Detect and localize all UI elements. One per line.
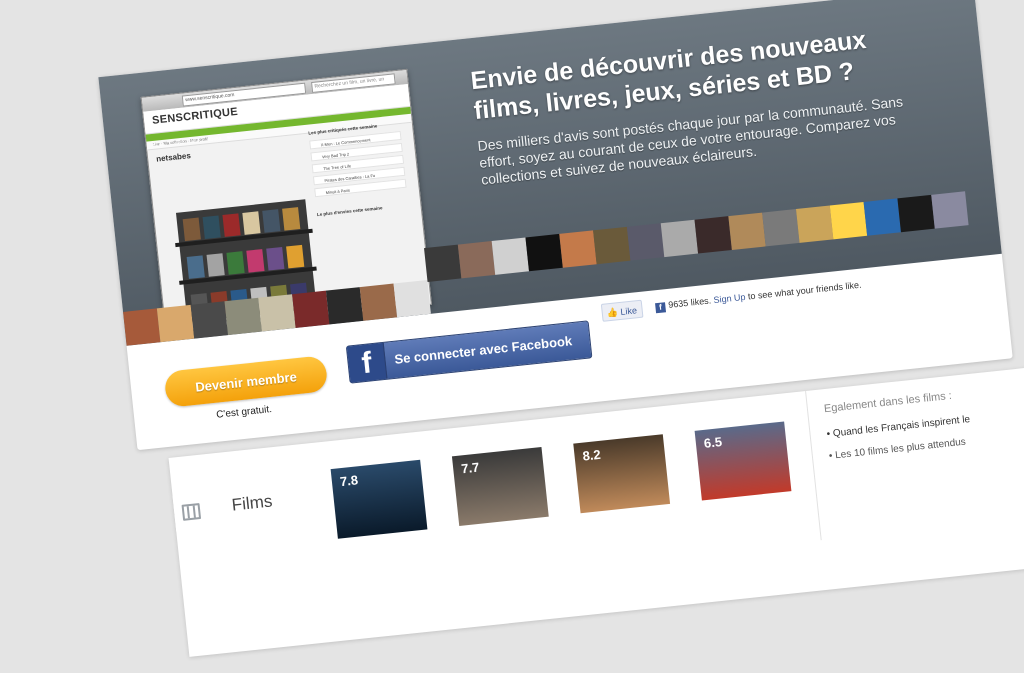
poster-thumb [242,211,261,235]
user-thumbnail [762,209,800,247]
user-thumbnail [292,290,330,329]
user-thumbnail [626,223,665,261]
preview-nav-item: FILMS [152,141,165,148]
poster-thumb [222,213,241,237]
like-label: Like [619,305,638,317]
user-thumbnail [258,294,296,332]
also-in-films-item[interactable]: • Les 10 films les plus attendus [828,437,966,462]
user-thumbnail [593,226,631,265]
film-score: 7.7 [460,459,481,477]
poster-thumb [202,215,221,240]
poster-thumb [262,209,281,233]
preview-logo: SENSCRITIQUE [151,105,239,127]
user-thumbnail [190,301,229,339]
film-score: 7.8 [339,472,359,490]
user-thumbnail [123,308,161,346]
member-free-note: C'est gratuit. [215,403,273,421]
facebook-mini-icon: f [655,302,667,314]
user-thumbnail [728,212,766,250]
film-score: 8.2 [581,446,602,464]
user-thumbnail [897,194,935,233]
films-header: Films [172,483,294,532]
user-thumbnail [559,230,597,268]
films-title: Films [230,491,274,515]
hero-banner: www.senscritique.com Recherchez un film,… [98,0,1002,346]
user-thumbnail [224,297,262,336]
preview-username: netsabes [155,151,192,164]
user-thumbnail [359,283,398,321]
poster-thumb [182,217,201,242]
user-thumbnail [393,279,431,318]
user-thumbnail [325,287,364,325]
page-scene: www.senscritique.com Recherchez un film,… [0,0,1024,657]
preview-side-heading: Le plus d'envies cette semaine [316,205,383,218]
poster-thumb [282,207,301,231]
user-thumbnail [457,241,496,279]
likes-count: 9635 likes. [667,295,712,310]
user-thumbnail [491,237,530,275]
film-poster[interactable]: 6.5 [694,421,792,501]
also-in-films-panel: Egalement dans les films : • Quand les F… [805,366,1024,541]
preview-nav-item: LIVRES [170,139,185,147]
film-poster[interactable]: 7.7 [451,446,549,526]
also-in-films-item[interactable]: • Quand les Français inspirent le [826,414,971,440]
facebook-like-button[interactable]: 👍 Like [600,299,644,322]
also-item-label: Les 10 films les plus attendus [834,436,967,462]
facebook-icon: f [346,342,388,383]
also-in-films-title: Egalement dans les films : [823,389,953,416]
become-member-button[interactable]: Devenir membre [163,355,329,408]
film-poster[interactable]: 8.2 [573,434,671,514]
user-thumbnail [829,201,868,240]
user-thumbnail [660,219,699,258]
signup-link[interactable]: Sign Up [713,292,746,305]
user-thumbnail [931,191,969,229]
also-item-label: Quand les Français inspirent le [832,414,971,440]
signup-suffix: to see what your friends like. [747,279,862,302]
user-thumbnail [424,244,462,282]
thumbs-up-icon: 👍 [606,307,619,319]
facebook-connect-label: Se connecter avec Facebook [393,333,573,367]
film-strip-icon [181,503,202,521]
user-thumbnail [156,304,195,343]
user-thumbnail [694,216,732,254]
user-thumbnail [525,233,563,272]
preview-nav-item: BD [227,134,234,141]
user-thumbnail [795,205,834,243]
film-score: 6.5 [703,434,723,451]
film-poster[interactable]: 7.8 [330,459,428,539]
preview-nav-item: JEUX [190,137,202,144]
facebook-connect-button[interactable]: f Se connecter avec Facebook [345,320,593,384]
user-thumbnail [863,198,901,236]
